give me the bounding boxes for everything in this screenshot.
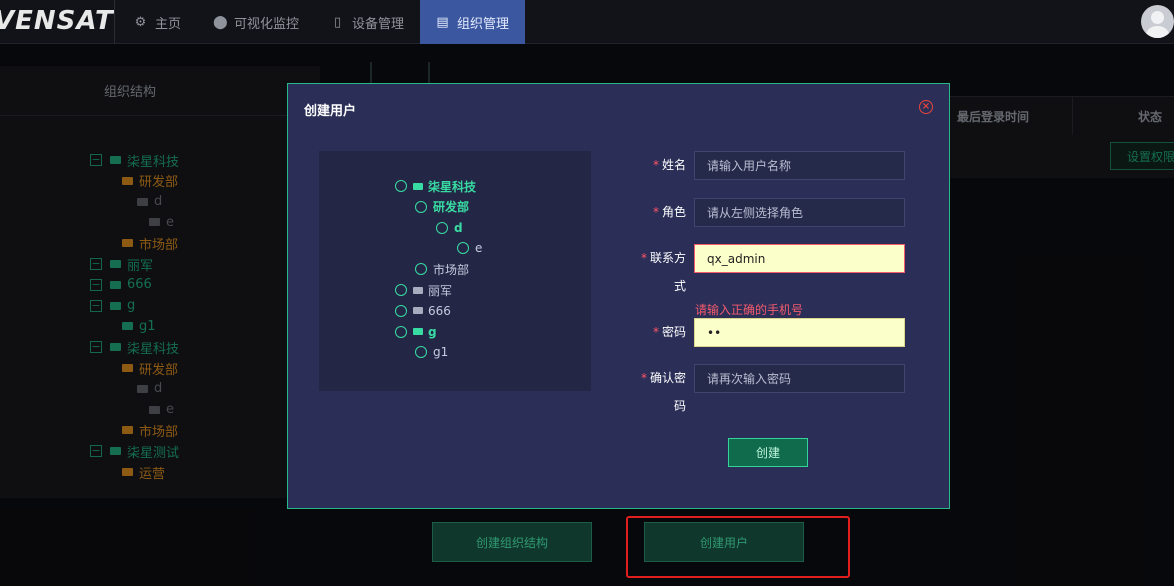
password-input[interactable] [694, 318, 905, 347]
confirm-label-wrap: 码 [673, 399, 686, 413]
radio-icon[interactable] [415, 200, 427, 213]
role-tree-node[interactable]: 市场部 [415, 260, 469, 278]
contact-error-message: 请输入正确的手机号 [695, 303, 804, 317]
location-pin-icon: ⬤ [213, 14, 228, 30]
role-input[interactable] [694, 198, 905, 227]
label-text: 角色 [661, 205, 686, 219]
radio-icon[interactable] [395, 304, 407, 317]
submit-create-button[interactable]: 创建 [728, 438, 808, 467]
nav-item-home[interactable]: ⚙ 主页 [118, 0, 197, 44]
node-label: 柒星科技 [428, 179, 477, 194]
highlight-box [626, 516, 850, 578]
required-mark: * [640, 251, 647, 265]
node-label: 666 [428, 303, 451, 318]
node-label: 研发部 [433, 200, 470, 215]
confirm-password-label: * 确认密 [628, 364, 686, 392]
nav-label: 主页 [155, 16, 182, 32]
name-input[interactable] [694, 151, 905, 180]
brand-logo: VENSAT [0, 6, 114, 36]
folder-icon [413, 286, 423, 294]
role-tree-node[interactable]: g [395, 323, 437, 341]
folder-icon [413, 328, 423, 336]
contact-input[interactable] [694, 244, 905, 273]
contact-label: * 联系方 [628, 244, 686, 272]
contact-label-wrap: 式 [673, 279, 686, 293]
label-text: 姓名 [661, 158, 686, 172]
label-text: 确认密 [649, 371, 686, 385]
node-label: g1 [433, 345, 449, 360]
logo-divider [114, 0, 115, 44]
name-label: * 姓名 [628, 151, 686, 179]
modal-title: 创建用户 [304, 104, 357, 119]
document-icon: ▤ [436, 14, 449, 30]
role-tree-node[interactable]: 研发部 [415, 198, 469, 216]
role-tree-node[interactable]: e [457, 239, 482, 257]
label-text: 密码 [661, 325, 686, 339]
avatar[interactable] [1141, 5, 1174, 38]
nav-item-monitor[interactable]: ⬤ 可视化监控 [197, 0, 315, 44]
node-label: 市场部 [433, 262, 470, 277]
create-user-modal: 创建用户 × 柒星科技研发部de市场部丽军666gg1 *姓名 *角色 *联系方… [287, 83, 950, 509]
role-tree-panel: 柒星科技研发部 d e 市场部丽军 666 g g1 [319, 151, 591, 391]
required-mark: * [652, 205, 659, 219]
role-tree-node[interactable]: 666 [395, 302, 451, 320]
radio-icon[interactable] [457, 242, 469, 255]
role-label: * 角色 [628, 198, 686, 226]
role-tree-node[interactable]: 柒星科技 [395, 177, 476, 195]
password-label: * 密码 [628, 318, 686, 346]
node-label: 丽军 [428, 283, 453, 298]
folder-icon [413, 182, 423, 190]
gear-icon: ⚙ [134, 14, 147, 30]
confirm-password-input[interactable] [694, 364, 905, 393]
radio-icon[interactable] [395, 284, 407, 296]
nav-label: 组织管理 [457, 16, 510, 32]
role-tree-node[interactable]: g1 [415, 343, 448, 361]
close-icon[interactable]: × [919, 100, 933, 114]
role-tree-node[interactable]: d [436, 219, 463, 237]
required-mark: * [640, 371, 647, 385]
create-org-button[interactable]: 创建组织结构 [432, 522, 592, 562]
role-tree-node[interactable]: 丽军 [395, 281, 452, 299]
required-mark: * [652, 325, 659, 339]
radio-icon[interactable] [415, 346, 427, 359]
radio-icon[interactable] [415, 263, 427, 276]
top-header: VENSAT ⚙ 主页 ⬤ 可视化监控 ▯ 设备管理 ▤ 组织管理 [0, 0, 1174, 44]
radio-icon[interactable] [395, 180, 407, 192]
node-label: e [475, 241, 483, 256]
nav-label: 可视化监控 [234, 16, 300, 32]
label-text: 联系方 [649, 251, 686, 265]
nav-label: 设备管理 [352, 16, 405, 32]
nav-item-organization[interactable]: ▤ 组织管理 [420, 0, 526, 44]
required-mark: * [652, 158, 659, 172]
radio-icon[interactable] [436, 221, 448, 234]
main-nav: ⚙ 主页 ⬤ 可视化监控 ▯ 设备管理 ▤ 组织管理 [118, 0, 526, 44]
radio-icon[interactable] [395, 325, 407, 338]
node-label: d [454, 220, 463, 235]
nav-item-devices[interactable]: ▯ 设备管理 [315, 0, 420, 44]
node-label: g [428, 324, 437, 339]
folder-icon [413, 307, 423, 315]
device-icon: ▯ [333, 14, 342, 30]
